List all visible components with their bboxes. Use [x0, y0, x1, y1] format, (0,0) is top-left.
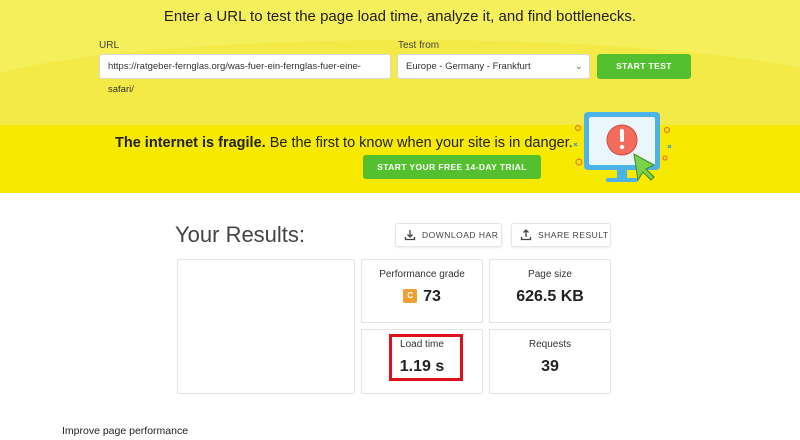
- improve-performance-heading: Improve page performance: [62, 425, 189, 437]
- start-test-button[interactable]: START TEST: [597, 54, 691, 79]
- load-time-highlight-box: [389, 334, 463, 381]
- free-trial-button[interactable]: START YOUR FREE 14-DAY TRIAL: [363, 155, 541, 179]
- requests-card: Requests 39: [489, 329, 611, 394]
- test-from-select[interactable]: Europe - Germany - Frankfurt ⌄: [397, 54, 590, 79]
- performance-grade-label: Performance grade: [379, 269, 465, 280]
- requests-value: 39: [541, 358, 559, 375]
- banner-text: The internet is fragile. Be the first to…: [115, 135, 573, 151]
- share-result-button[interactable]: SHARE RESULT: [511, 223, 611, 247]
- page-headline: Enter a URL to test the page load time, …: [163, 8, 637, 25]
- test-section: Enter a URL to test the page load time, …: [0, 0, 800, 125]
- test-from-value: Europe - Germany - Frankfurt: [406, 61, 531, 72]
- download-icon: [404, 230, 416, 241]
- requests-label: Requests: [528, 339, 572, 350]
- grade-badge: C: [403, 289, 418, 303]
- promo-banner: The internet is fragile. Be the first to…: [0, 125, 800, 193]
- page-size-label: Page size: [528, 269, 572, 280]
- banner-bold-text: The internet is fragile.: [115, 135, 266, 151]
- performance-grade-value: 73: [423, 288, 441, 305]
- share-icon: [520, 229, 532, 241]
- url-input[interactable]: https://ratgeber-fernglas.org/was-fuer-e…: [99, 54, 391, 95]
- chevron-down-icon: ⌄: [574, 61, 583, 72]
- download-har-button[interactable]: DOWNLOAD HAR: [395, 223, 502, 247]
- share-result-label: SHARE RESULT: [538, 230, 609, 240]
- page-size-card: Page size 626.5 KB: [489, 259, 611, 323]
- test-from-label: Test from: [398, 40, 440, 51]
- url-label: URL: [99, 40, 120, 51]
- page-screenshot-card: [177, 259, 355, 394]
- monitor-alert-illustration: [573, 112, 672, 182]
- performance-grade-card: Performance grade C 73: [361, 259, 483, 323]
- results-title: Your Results:: [175, 222, 306, 247]
- download-har-label: DOWNLOAD HAR: [422, 230, 499, 240]
- banner-message: Be the first to know when your site is i…: [265, 135, 573, 151]
- page-size-value: 626.5 KB: [516, 288, 584, 305]
